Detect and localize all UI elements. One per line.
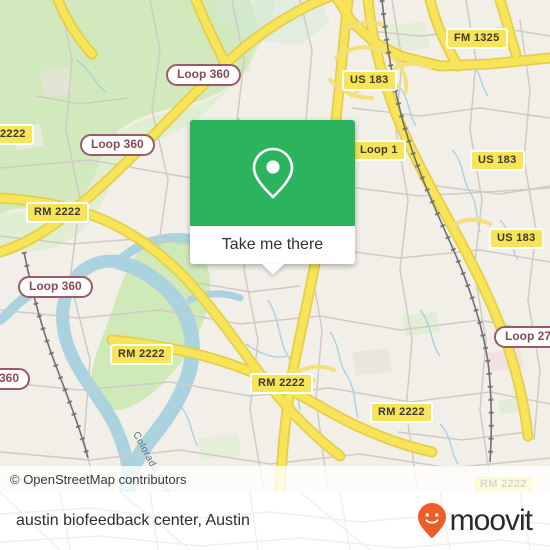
shield-us-183-north: US 183 (342, 70, 397, 91)
pill-loop-360-west: Loop 360 (80, 134, 155, 156)
pill-loop-275: Loop 275 (494, 326, 550, 348)
shield-loop-1: Loop 1 (352, 140, 406, 161)
place-name: austin biofeedback center, Austin (16, 512, 250, 529)
take-me-there-card[interactable]: Take me there (190, 120, 355, 275)
shield-rm-2222-southwest: RM 2222 (110, 344, 173, 365)
osm-attribution: © OpenStreetMap contributors (0, 466, 550, 492)
shield-rm-2222-west: RM 2222 (26, 202, 89, 223)
map-screenshot: Colorado River FM 1325 US 183 US 183 US … (0, 0, 550, 550)
shield-rm-2222-center: RM 2222 (250, 373, 313, 394)
bottom-bar: austin biofeedback center, Austin moovit (0, 492, 550, 550)
pill-loop-360-north: Loop 360 (166, 64, 241, 86)
osm-attribution-text: © OpenStreetMap contributors (10, 471, 187, 487)
shield-rm-2222-east: RM 2222 (370, 402, 433, 423)
moovit-wordmark: moovit (449, 504, 533, 537)
card-green-header (190, 120, 355, 226)
shield-fm-1325: FM 1325 (446, 28, 508, 49)
card-action-row[interactable]: Take me there (190, 226, 355, 264)
shield-us-183-southeast: US 183 (489, 228, 544, 249)
moovit-logo: moovit (417, 502, 533, 540)
card-pointer (261, 264, 284, 275)
shield-us-183-east: US 183 (470, 150, 525, 171)
take-me-there-label: Take me there (221, 236, 324, 253)
map-pin-icon (252, 147, 293, 199)
pill-360-edge: 360 (0, 368, 31, 390)
pill-loop-360-southwest: Loop 360 (18, 276, 93, 298)
moovit-pin-icon (417, 503, 446, 539)
shield-2222-edge: 2222 (0, 124, 34, 145)
